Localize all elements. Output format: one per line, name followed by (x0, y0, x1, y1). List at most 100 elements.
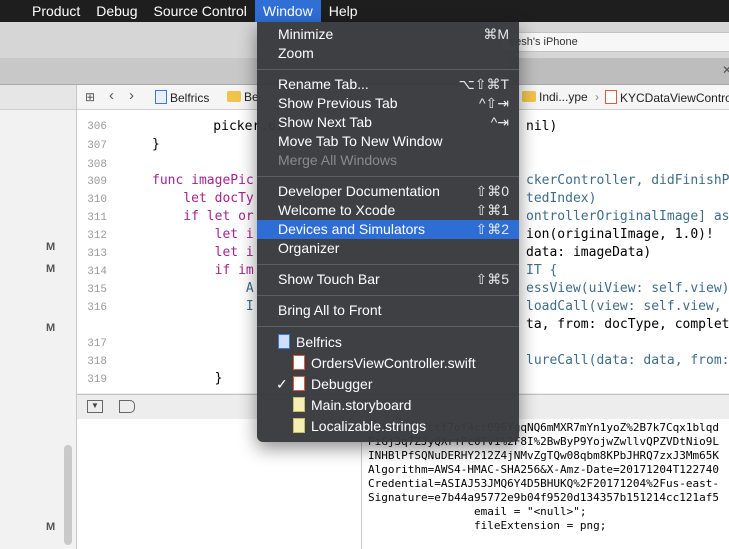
file-icon (293, 418, 305, 433)
line-number: 309 (87, 176, 107, 188)
menu-item-minimize[interactable]: Minimize ⌘M (257, 25, 519, 44)
code-line: I (152, 299, 254, 314)
chevron-right-icon: › (595, 90, 599, 104)
menu-item-label: OrdersViewController.swift (293, 354, 476, 373)
menu-source-control[interactable]: Source Control (146, 0, 255, 22)
project-icon (155, 90, 167, 104)
code-line: if im (152, 263, 254, 278)
menu-product[interactable]: Product (24, 0, 88, 22)
navigator-scrollbar[interactable] (64, 445, 72, 545)
line-number: 319 (87, 374, 107, 386)
console-line: INHBlPfSQNuDERHY212Z4jNMvZgTQw08qbm8KPbJ… (368, 449, 719, 462)
jumpbar-item-project[interactable]: Belfrics (155, 90, 209, 105)
menu-bar: Product Debug Source Control Window Help (0, 0, 729, 22)
code-line: } (152, 137, 160, 152)
menu-item-label: Show Previous Tab (278, 95, 398, 111)
menu-item-show-previous-tab[interactable]: Show Previous Tab ^⇧⇥ (257, 94, 519, 113)
menu-help[interactable]: Help (321, 0, 366, 22)
menu-item-shortcut: ⌘M (483, 26, 509, 42)
forward-arrow-icon[interactable]: › (129, 87, 134, 104)
jumpbar-item-folder[interactable]: Indi...ype (522, 90, 588, 104)
breakpoints-icon[interactable] (119, 400, 135, 413)
window-menu-dropdown: Minimize ⌘M Zoom Rename Tab... ⌥⇧⌘T Show… (257, 22, 519, 442)
code-line: let docTy (152, 191, 254, 206)
menu-debug[interactable]: Debug (88, 0, 145, 22)
menu-item-show-next-tab[interactable]: Show Next Tab ^⇥ (257, 113, 519, 132)
console-line: email = "<null>"; (368, 505, 587, 518)
jumpbar-item-file[interactable]: KYCDataViewContro (605, 90, 729, 105)
code-fragment: ta, from: docType, complet (526, 317, 729, 332)
window-name: OrdersViewController.swift (311, 355, 476, 371)
line-number: 318 (87, 356, 107, 368)
menu-item-zoom[interactable]: Zoom (257, 44, 519, 63)
menu-separator (257, 176, 519, 177)
code-fragment: ontrollerOriginalImage] as (526, 209, 729, 224)
menu-item-window-localizable-strings[interactable]: Localizable.strings (257, 417, 519, 436)
scheme-destination[interactable]: eesh's iPhone (500, 32, 729, 52)
folder-icon (522, 91, 536, 102)
close-tab-icon[interactable]: ✕ (722, 63, 729, 77)
line-number: 317 (87, 338, 107, 350)
menu-item-move-tab[interactable]: Move Tab To New Window (257, 132, 519, 151)
hide-debug-area-icon[interactable]: ▼ (87, 400, 103, 413)
back-arrow-icon[interactable]: ‹ (109, 87, 114, 104)
line-number: 308 (87, 159, 107, 171)
menu-item-label: Rename Tab... (278, 76, 369, 92)
menu-separator (257, 326, 519, 327)
related-items-icon[interactable]: ⊞ (85, 90, 95, 104)
menu-item-show-touch-bar[interactable]: Show Touch Bar ⇧⌘5 (257, 270, 519, 289)
menu-item-shortcut: ^⇧⇥ (478, 95, 509, 111)
menu-item-label: Minimize (278, 26, 334, 42)
jumpbar-item-folder[interactable]: Be (227, 90, 259, 104)
line-number: 315 (87, 284, 107, 296)
swift-file-icon (605, 90, 617, 104)
project-navigator: M M M M (0, 85, 77, 549)
menu-item-window-orders-view-controller[interactable]: OrdersViewController.swift (257, 354, 519, 373)
menu-item-organizer[interactable]: Organizer (257, 239, 519, 258)
menu-item-label: Show Next Tab (278, 114, 372, 130)
jumpbar-label: KYCDataViewContro (620, 91, 729, 105)
menu-bar-left-edge (0, 0, 24, 22)
code-fragment: ckerController, didFinishP (526, 173, 729, 188)
line-number: 312 (87, 230, 107, 242)
menu-item-window-debugger[interactable]: ✓ Debugger (257, 375, 519, 394)
modified-marker: M (46, 263, 56, 275)
menu-item-label: Developer Documentation (278, 183, 440, 199)
menu-separator (257, 264, 519, 265)
line-number: 306 (87, 121, 107, 133)
window-name: Localizable.strings (311, 418, 427, 434)
menu-item-window-belfrics[interactable]: Belfrics (257, 333, 519, 352)
file-icon (293, 376, 305, 391)
tab-active[interactable] (509, 58, 729, 84)
menu-separator (257, 295, 519, 296)
menu-item-shortcut: ⌥⇧⌘T (458, 76, 509, 92)
checkmark-icon: ✓ (276, 376, 288, 392)
window-name: Belfrics (296, 334, 342, 350)
swift-file-icon (293, 355, 305, 370)
menu-item-rename-tab[interactable]: Rename Tab... ⌥⇧⌘T (257, 75, 519, 94)
project-icon (278, 334, 290, 349)
line-number: 316 (87, 302, 107, 314)
code-fragment: lureCall(data: data, from: (526, 353, 729, 368)
menu-item-devices-and-simulators[interactable]: Devices and Simulators ⇧⌘2 (257, 220, 519, 239)
line-number: 311 (87, 212, 107, 224)
menu-item-window-main-storyboard[interactable]: Main.storyboard (257, 396, 519, 415)
menu-item-shortcut: ^⇥ (490, 114, 509, 130)
menu-item-merge-all-windows: Merge All Windows (257, 151, 519, 170)
menu-item-developer-documentation[interactable]: Developer Documentation ⇧⌘0 (257, 182, 519, 201)
code-fragment: loadCall(view: self.view, (526, 299, 722, 314)
code-fragment: tedIndex) (526, 191, 597, 206)
folder-icon (227, 91, 241, 102)
code-line: func imagePic (152, 173, 254, 188)
console-line: Algorithm=AWS4-HMAC-SHA256&X-Amz-Date=20… (368, 463, 719, 476)
console-line: Credential=ASIAJ53JMQ6Y4D5BHUKQ%2F201712… (368, 477, 719, 490)
code-fragment: ion(originalImage, 1.0)! (526, 227, 714, 242)
menu-item-welcome-to-xcode[interactable]: Welcome to Xcode ⇧⌘1 (257, 201, 519, 220)
menu-window[interactable]: Window (254, 0, 321, 22)
code-fragment: data: imageData) (526, 245, 652, 260)
menu-item-label: Devices and Simulators (278, 221, 426, 237)
menu-item-bring-all-to-front[interactable]: Bring All to Front (257, 301, 519, 320)
window-name: Debugger (311, 376, 373, 392)
menu-item-label: Move Tab To New Window (278, 133, 443, 149)
menu-item-shortcut: ⇧⌘5 (475, 271, 509, 287)
